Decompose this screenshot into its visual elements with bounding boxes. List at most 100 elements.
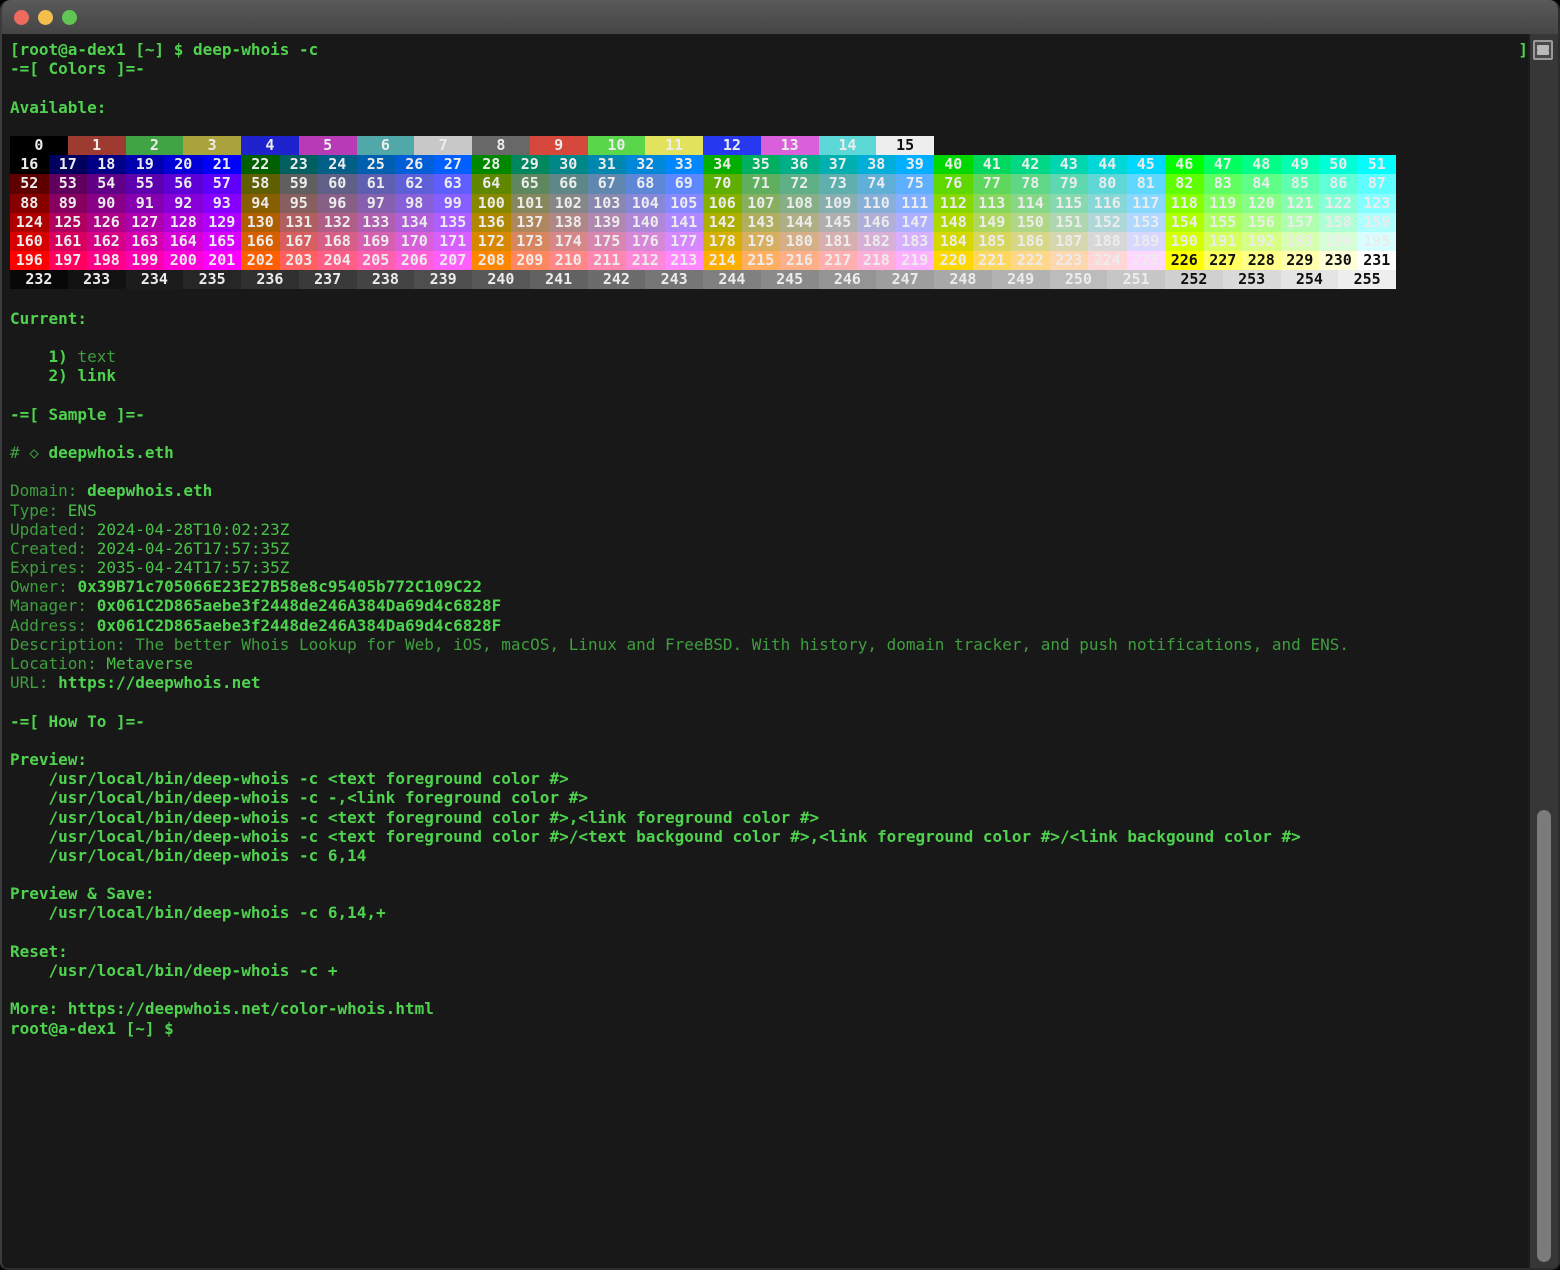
color-cell-49: 49	[1281, 155, 1320, 174]
color-cell-213: 213	[665, 251, 704, 270]
color-cell-121: 121	[1281, 194, 1320, 213]
color-cell-91: 91	[126, 194, 165, 213]
palette-row: 1241251261271281291301311321331341351361…	[10, 213, 1530, 232]
color-cell-202: 202	[241, 251, 280, 270]
color-cell-83: 83	[1204, 174, 1243, 193]
color-cell-120: 120	[1242, 194, 1281, 213]
color-cell-255: 255	[1338, 270, 1396, 289]
color-cell-167: 167	[280, 232, 319, 251]
terminal-blank-line	[10, 385, 1530, 404]
color-cell-64: 64	[472, 174, 511, 193]
color-cell-30: 30	[549, 155, 588, 174]
color-cell-45: 45	[1127, 155, 1166, 174]
color-cell-186: 186	[1011, 232, 1050, 251]
color-cell-210: 210	[549, 251, 588, 270]
text-segment: root@a-dex1 [~] $	[10, 1019, 174, 1038]
color-cell-75: 75	[896, 174, 935, 193]
color-cell-23: 23	[280, 155, 319, 174]
color-cell-108: 108	[780, 194, 819, 213]
section-sample-header: -=[ Sample ]=-	[10, 405, 1530, 424]
color-cell-192: 192	[1242, 232, 1281, 251]
color-cell-216: 216	[780, 251, 819, 270]
field-description: Description: The better Whois Lookup for…	[10, 635, 1530, 654]
color-cell-182: 182	[857, 232, 896, 251]
color-cell-132: 132	[318, 213, 357, 232]
color-cell-158: 158	[1319, 213, 1358, 232]
color-cell-152: 152	[1088, 213, 1127, 232]
color-cell-33: 33	[665, 155, 704, 174]
close-button[interactable]	[14, 10, 29, 25]
preview-save-cmd: /usr/local/bin/deep-whois -c 6,14,+	[10, 903, 1530, 922]
color-cell-36: 36	[780, 155, 819, 174]
color-cell-184: 184	[934, 232, 973, 251]
color-cell-162: 162	[87, 232, 126, 251]
text-segment: deepwhois.eth	[87, 481, 212, 500]
color-cell-223: 223	[1050, 251, 1089, 270]
color-cell-53: 53	[49, 174, 88, 193]
color-cell-253: 253	[1223, 270, 1281, 289]
text-segment: [root@a-dex1 [~] $ deep-whois -c	[10, 40, 318, 59]
color-cell-74: 74	[857, 174, 896, 193]
color-cell-78: 78	[1011, 174, 1050, 193]
color-cell-116: 116	[1088, 194, 1127, 213]
color-cell-237: 237	[299, 270, 357, 289]
color-cell-234: 234	[126, 270, 184, 289]
scrollbar-track[interactable]	[1528, 34, 1558, 1268]
split-pane-icon	[1537, 50, 1549, 55]
color-cell-156: 156	[1242, 213, 1281, 232]
color-cell-41: 41	[973, 155, 1012, 174]
color-cell-243: 243	[645, 270, 703, 289]
color-cell-197: 197	[49, 251, 88, 270]
color-cell-183: 183	[896, 232, 935, 251]
field-address: Address: 0x061C2D865aebe3f2448de246A384D…	[10, 616, 1530, 635]
color-cell-180: 180	[780, 232, 819, 251]
text-segment: deepwhois.eth	[49, 443, 174, 462]
maximize-button[interactable]	[62, 10, 77, 25]
text-segment: /usr/local/bin/deep-whois -c 6,14,+	[10, 903, 386, 922]
color-cell-26: 26	[395, 155, 434, 174]
color-cell-206: 206	[395, 251, 434, 270]
color-cell-70: 70	[703, 174, 742, 193]
color-cell-137: 137	[511, 213, 550, 232]
scrollbar-thumb[interactable]	[1537, 810, 1551, 1262]
color-cell-248: 248	[934, 270, 992, 289]
text-segment: -=[ Colors ]=-	[10, 59, 145, 78]
color-cell-10: 10	[588, 136, 646, 155]
color-cell-189: 189	[1127, 232, 1166, 251]
split-pane-button[interactable]	[1533, 40, 1553, 60]
color-cell-140: 140	[626, 213, 665, 232]
color-cell-164: 164	[164, 232, 203, 251]
color-cell-51: 51	[1358, 155, 1397, 174]
color-cell-200: 200	[164, 251, 203, 270]
color-cell-62: 62	[395, 174, 434, 193]
color-cell-250: 250	[1050, 270, 1108, 289]
color-cell-221: 221	[973, 251, 1012, 270]
color-cell-194: 194	[1319, 232, 1358, 251]
color-cell-80: 80	[1088, 174, 1127, 193]
color-cell-233: 233	[68, 270, 126, 289]
text-segment: Updated:	[10, 520, 97, 539]
color-cell-63: 63	[434, 174, 473, 193]
color-cell-85: 85	[1281, 174, 1320, 193]
color-cell-84: 84	[1242, 174, 1281, 193]
color-cell-60: 60	[318, 174, 357, 193]
text-segment: 0x061C2D865aebe3f2448de246A384Da69d4c682…	[97, 596, 502, 615]
color-cell-104: 104	[626, 194, 665, 213]
color-cell-178: 178	[703, 232, 742, 251]
text-segment: Expires:	[10, 558, 97, 577]
color-cell-228: 228	[1242, 251, 1281, 270]
color-cell-187: 187	[1050, 232, 1089, 251]
color-cell-66: 66	[549, 174, 588, 193]
color-cell-142: 142	[703, 213, 742, 232]
color-cell-244: 244	[703, 270, 761, 289]
color-cell-119: 119	[1204, 194, 1243, 213]
color-cell-21: 21	[203, 155, 242, 174]
color-cell-141: 141	[665, 213, 704, 232]
color-cell-135: 135	[434, 213, 473, 232]
minimize-button[interactable]	[38, 10, 53, 25]
color-cell-212: 212	[626, 251, 665, 270]
color-cell-224: 224	[1088, 251, 1127, 270]
color-cell-198: 198	[87, 251, 126, 270]
color-cell-155: 155	[1204, 213, 1243, 232]
text-segment: Type:	[10, 501, 68, 520]
